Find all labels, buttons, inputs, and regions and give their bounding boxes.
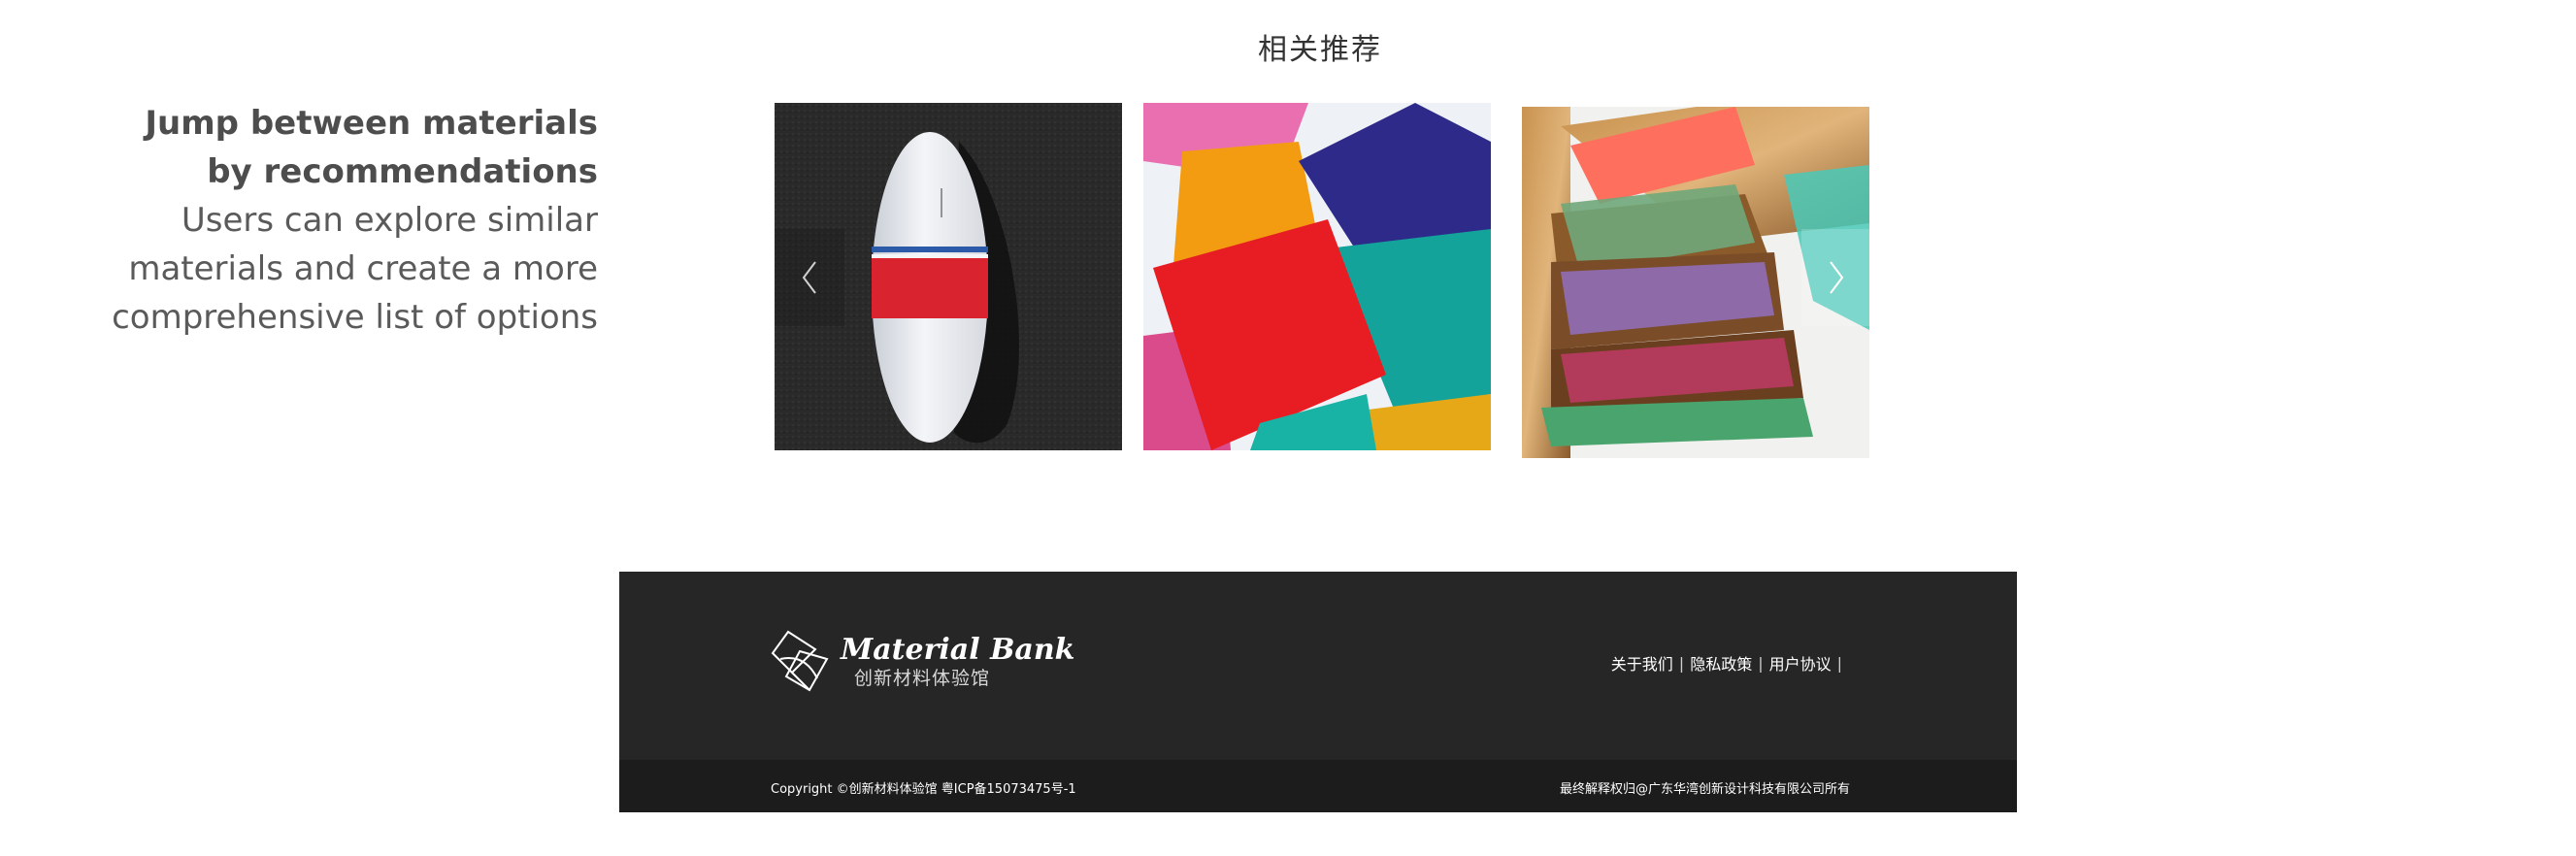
link-separator: | <box>1758 653 1764 673</box>
site-footer: Material Bank 创新材料体验馆 关于我们 | 隐私政策 | 用户协议… <box>619 572 2017 812</box>
feature-description: Users can explore similar materials and … <box>112 201 598 337</box>
carousel-next-button[interactable] <box>1801 229 1871 326</box>
recommendation-carousel <box>775 103 1871 460</box>
footer-link-about[interactable]: 关于我们 <box>1611 651 1673 675</box>
recommendation-card[interactable] <box>1143 103 1491 450</box>
footer-top: Material Bank 创新材料体验馆 关于我们 | 隐私政策 | 用户协议… <box>619 572 2017 760</box>
footer-link-terms[interactable]: 用户协议 <box>1769 651 1832 675</box>
material-bank-logo-icon <box>771 630 833 694</box>
logo-subtitle: 创新材料体验馆 <box>854 668 991 689</box>
chevron-right-icon <box>1830 261 1844 294</box>
logo-text: Material Bank 创新材料体验馆 <box>841 634 1074 690</box>
carousel-prev-button[interactable] <box>775 229 844 326</box>
link-separator: | <box>1678 653 1685 673</box>
footer-link-privacy[interactable]: 隐私政策 <box>1690 651 1752 675</box>
footer-links: 关于我们 | 隐私政策 | 用户协议 | <box>1611 651 1848 675</box>
copyright-text: Copyright ©创新材料体验馆 粤ICP备15073475号-1 <box>771 782 1076 797</box>
feature-caption: Jump between materials by recommendation… <box>107 99 598 342</box>
rights-text: 最终解释权归@广东华湾创新设计科技有限公司所有 <box>1559 782 1850 797</box>
footer-logo[interactable]: Material Bank 创新材料体验馆 <box>771 630 1074 694</box>
footer-bottom-bar: Copyright ©创新材料体验馆 粤ICP备15073475号-1 最终解释… <box>619 760 2017 812</box>
section-title: 相关推荐 <box>1258 33 1382 67</box>
link-separator: | <box>1836 653 1842 673</box>
feature-title: Jump between materials by recommendation… <box>145 104 598 191</box>
chevron-left-icon <box>802 261 816 294</box>
logo-name: Material Bank <box>841 633 1075 667</box>
acrylic-sheets-image <box>1143 103 1491 450</box>
